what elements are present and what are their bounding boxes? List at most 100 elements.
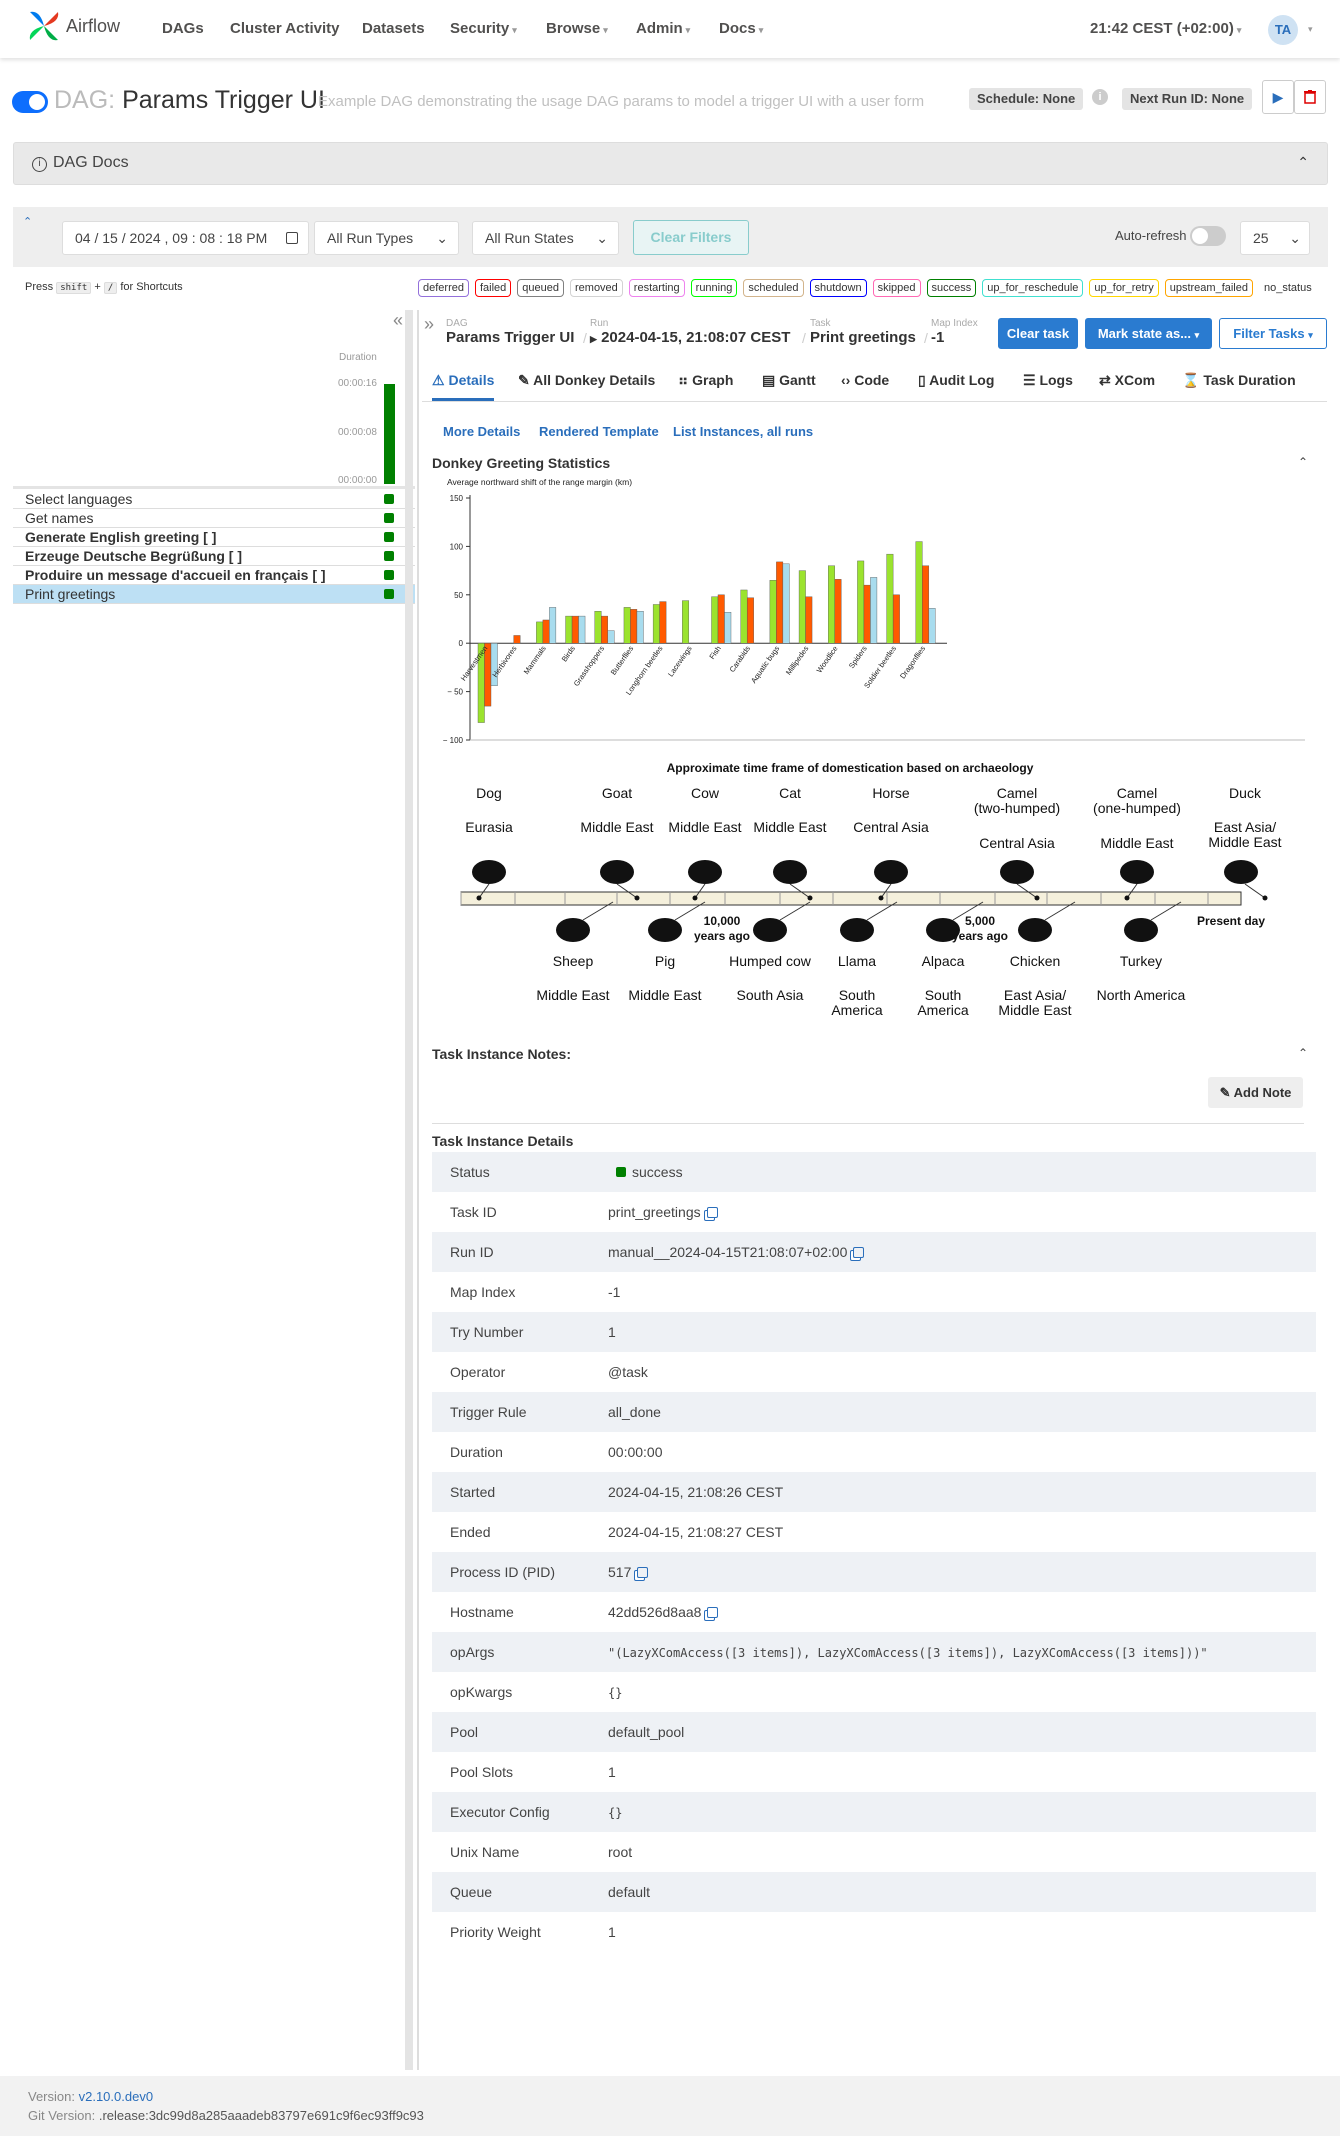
delete-dag-button[interactable]	[1294, 80, 1326, 114]
timeline-region-label: Middle East	[628, 987, 701, 1003]
state-badge[interactable]: running	[690, 279, 738, 297]
breadcrumb-map-index[interactable]: Map Index -1	[931, 318, 978, 346]
run-state-select[interactable]: All Run States ⌄	[472, 221, 619, 255]
copy-icon[interactable]	[853, 1247, 865, 1258]
run-icon: ▶	[590, 334, 597, 344]
task-row[interactable]: Print greetings	[13, 585, 415, 604]
detail-key: opKwargs	[450, 1684, 513, 1700]
task-list: Select languages Get names Generate Englis…	[13, 490, 415, 604]
bar	[659, 601, 667, 644]
task-row[interactable]: Generate English greeting [ ]	[13, 528, 415, 547]
nav-cluster-activity[interactable]: Cluster Activity	[230, 20, 339, 37]
add-note-button[interactable]: ✎ Add Note	[1208, 1077, 1303, 1108]
nav-datasets[interactable]: Datasets	[362, 20, 425, 37]
nav-admin[interactable]: Admin ▾	[636, 20, 690, 37]
rendered-template-link[interactable]: Rendered Template	[539, 424, 659, 439]
task-status-square[interactable]	[384, 551, 394, 561]
next-run-badge: Next Run ID: None	[1122, 88, 1253, 110]
grid-scrollbar[interactable]	[405, 310, 413, 2070]
state-badge[interactable]: success	[926, 279, 977, 297]
run-duration-bar[interactable]	[384, 384, 395, 484]
tab-details[interactable]: ⚠ Details	[432, 372, 495, 401]
collapse-icon[interactable]: ⌃	[23, 215, 32, 228]
tab-audit-log[interactable]: ▯ Audit Log	[918, 372, 994, 389]
dag-docs-panel[interactable]: i DAG Docs ⌃	[13, 142, 1328, 185]
state-badge[interactable]: failed	[474, 279, 512, 297]
mark-state-button[interactable]: Mark state as... ▾	[1085, 318, 1212, 349]
timeline-region-label: Middle East	[536, 987, 609, 1003]
task-row[interactable]: Erzeuge Deutsche Begrüßung [ ]	[13, 547, 415, 566]
state-badge[interactable]: scheduled	[743, 279, 804, 297]
copy-icon[interactable]	[706, 1207, 718, 1218]
clear-task-button[interactable]: Clear task	[998, 318, 1078, 349]
bar	[915, 541, 923, 644]
chevron-down-icon[interactable]: ▾	[1308, 24, 1313, 35]
tab-code[interactable]: ‹› Code	[841, 372, 889, 388]
user-avatar[interactable]: TA	[1268, 15, 1298, 45]
timeline-animal-label: Cow	[691, 785, 720, 801]
list-instances-link[interactable]: List Instances, all runs	[673, 424, 813, 439]
task-status-square[interactable]	[384, 532, 394, 542]
state-badge[interactable]: skipped	[872, 279, 921, 297]
tab-logs[interactable]: ☰ Logs	[1023, 372, 1073, 389]
more-details-link[interactable]: More Details	[443, 424, 520, 439]
chevron-up-icon[interactable]: ⌃	[1297, 154, 1309, 171]
info-icon[interactable]: i	[1092, 89, 1108, 105]
bar	[886, 553, 894, 644]
chevron-down-icon: ▾	[1194, 330, 1200, 340]
tab-gantt[interactable]: ▤ Gantt	[762, 372, 816, 389]
nav-browse[interactable]: Browse ▾	[546, 20, 608, 37]
state-badge[interactable]: queued	[517, 279, 564, 297]
state-badge[interactable]: up_for_retry	[1089, 279, 1159, 297]
state-badge[interactable]: restarting	[628, 279, 685, 297]
nav-docs[interactable]: Docs ▾	[719, 20, 763, 37]
pane-divider[interactable]	[417, 310, 419, 2070]
state-badge[interactable]: deferred	[418, 279, 469, 297]
run-type-select[interactable]: All Run Types ⌄	[314, 221, 459, 255]
state-badge[interactable]: shutdown	[809, 279, 867, 297]
task-status-square[interactable]	[384, 570, 394, 580]
nav-dags[interactable]: DAGs	[162, 20, 204, 37]
detail-row: Priority Weight 1	[432, 1912, 1316, 1952]
state-badge[interactable]: removed	[570, 279, 623, 297]
nav-security[interactable]: Security ▾	[450, 20, 517, 37]
state-badge[interactable]: upstream_failed	[1164, 279, 1253, 297]
airflow-logo[interactable]: Airflow	[26, 8, 120, 44]
execution-date-input[interactable]: 04 / 15 / 2024 , 09 : 08 : 18 PM	[62, 221, 309, 255]
copy-icon[interactable]	[707, 1607, 719, 1618]
task-row[interactable]: Produire un message d'accueil en françai…	[13, 566, 415, 585]
state-badge[interactable]: up_for_reschedule	[982, 279, 1084, 297]
chevron-up-icon[interactable]: ⌃	[1298, 1046, 1308, 1060]
chevron-up-icon[interactable]: ⌃	[1298, 455, 1308, 469]
tab-all-donkey-details[interactable]: ✎ All Donkey Details	[518, 372, 655, 389]
auto-refresh-toggle[interactable]	[1190, 226, 1226, 246]
grid-divider	[13, 486, 415, 489]
task-status-square[interactable]	[384, 589, 394, 599]
trigger-dag-button[interactable]: ▶	[1262, 80, 1294, 114]
task-row[interactable]: Get names	[13, 509, 415, 528]
collapse-grid-icon[interactable]: «	[393, 310, 403, 331]
breadcrumb-run[interactable]: Run ▶ 2024-04-15, 21:08:07 CEST	[590, 318, 790, 346]
bar	[571, 615, 579, 644]
copy-icon[interactable]	[637, 1567, 649, 1578]
dag-title: DAG: Params Trigger UI	[54, 86, 325, 114]
dag-pause-toggle[interactable]	[12, 91, 48, 113]
task-status-square[interactable]	[384, 513, 394, 523]
breadcrumb-task[interactable]: Task Print greetings	[810, 318, 916, 346]
filter-tasks-button[interactable]: Filter Tasks ▾	[1219, 318, 1327, 349]
task-status-square[interactable]	[384, 494, 394, 504]
tab-xcom[interactable]: ⇄ XCom	[1099, 372, 1155, 389]
animal-silhouette-icon	[840, 918, 874, 942]
run-count-select[interactable]: 25 ⌄	[1240, 221, 1310, 255]
state-badge[interactable]: no_status	[1259, 279, 1317, 297]
tab-task-duration[interactable]: ⌛ Task Duration	[1182, 372, 1296, 389]
tab-graph[interactable]: ⠶ Graph	[678, 372, 733, 389]
clear-filters-button[interactable]: Clear Filters	[633, 220, 749, 255]
version-link[interactable]: v2.10.0.dev0	[79, 2089, 153, 2104]
animal-silhouette-icon	[1224, 860, 1258, 884]
expand-grid-icon[interactable]: »	[424, 314, 434, 335]
timeline-animal-label: Cat	[779, 785, 801, 801]
breadcrumb-dag[interactable]: DAG Params Trigger UI	[446, 318, 574, 346]
timezone-clock[interactable]: 21:42 CEST (+02:00) ▾	[1090, 20, 1241, 37]
task-row[interactable]: Select languages	[13, 490, 415, 509]
